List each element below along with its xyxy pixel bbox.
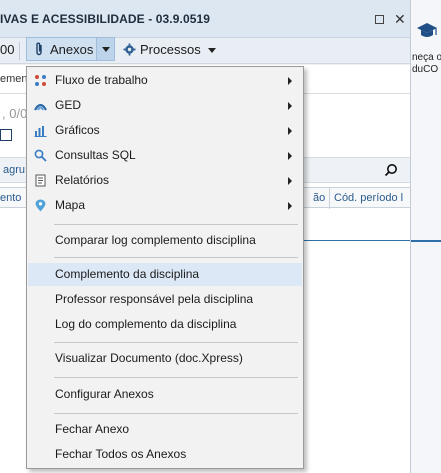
menu-item-label: Fechar Todos os Anexos [55, 447, 187, 461]
menu-item-comparar-log[interactable]: Comparar log complemento disciplina [28, 229, 302, 252]
submenu-arrow-icon [288, 177, 292, 185]
anexos-dropdown-toggle[interactable] [97, 37, 115, 61]
toolbar-divider [19, 42, 20, 60]
menu-item-configurar-anexos[interactable]: Configurar Anexos [28, 383, 302, 406]
menu-item-label: Visualizar Documento (doc.Xpress) [55, 351, 243, 365]
menu-item-complemento-da-disciplina[interactable]: Complemento da disciplina [28, 263, 302, 286]
processos-button[interactable]: Processos [123, 42, 201, 57]
menu-separator [54, 377, 298, 378]
graduation-cap-icon [417, 23, 437, 37]
menu-separator [54, 342, 298, 343]
ged-icon [34, 103, 47, 111]
menu-item-mapa[interactable]: Mapa [28, 194, 302, 217]
window-title-bar: IVAS E ACESSIBILIDADE - 03.9.0519 ✕ [0, 0, 410, 38]
menu-item-label: Consultas SQL [55, 148, 136, 162]
map-pin-icon [35, 199, 46, 212]
menu-item-label: Comparar log complemento disciplina [55, 233, 256, 247]
submenu-arrow-icon [288, 102, 292, 110]
right-pane-text-1: neça o [412, 52, 441, 63]
menu-item-log-complemento[interactable]: Log do complemento da disciplina [28, 313, 302, 336]
menu-item-graficos[interactable]: Gráficos [28, 119, 302, 142]
grid-column-header[interactable]: ento [0, 192, 21, 204]
anexos-button[interactable]: Anexos [26, 37, 97, 61]
workflow-icon [35, 75, 46, 86]
right-pane-text-2: duCO [412, 64, 439, 75]
grid-column-header[interactable]: Cód. período l [334, 192, 403, 204]
paperclip-icon [36, 42, 42, 56]
restore-icon[interactable] [375, 15, 384, 24]
menu-item-label: Relatórios [55, 173, 110, 187]
processos-chevron-down-icon[interactable] [208, 48, 216, 53]
group-label[interactable]: agru [3, 164, 25, 176]
toolbar-left-item[interactable]: 00 [0, 42, 14, 57]
menu-item-fechar-todos[interactable]: Fechar Todos os Anexos [28, 443, 302, 466]
menu-item-label: Complemento da disciplina [55, 267, 200, 281]
menu-item-fechar-anexo[interactable]: Fechar Anexo [28, 418, 302, 441]
chart-icon [34, 126, 47, 137]
grid-accent-line [300, 240, 410, 241]
menu-item-relatorios[interactable]: Relatórios [28, 169, 302, 192]
submenu-arrow-icon [288, 202, 292, 210]
menu-item-consultas-sql[interactable]: Consultas SQL [28, 144, 302, 167]
menu-item-label: Log do complemento da disciplina [55, 317, 237, 331]
search-icon[interactable] [384, 163, 398, 177]
anexos-dropdown-menu: Fluxo de trabalho GED Gráficos Consultas… [26, 66, 304, 469]
chevron-down-icon [102, 47, 110, 52]
menu-separator [54, 224, 298, 225]
menu-item-ged[interactable]: GED [28, 94, 302, 117]
processos-label: Processos [140, 42, 201, 57]
column-divider [329, 188, 330, 209]
menu-item-visualizar-documento[interactable]: Visualizar Documento (doc.Xpress) [28, 347, 302, 370]
menu-item-fluxo-de-trabalho[interactable]: Fluxo de trabalho [28, 69, 302, 92]
grid-column-header[interactable]: ão [313, 192, 325, 204]
submenu-arrow-icon [288, 152, 292, 160]
anexos-label: Anexos [50, 42, 94, 57]
report-icon [35, 174, 46, 187]
search-icon [34, 149, 47, 162]
menu-item-label: GED [55, 98, 82, 112]
menu-item-label: Configurar Anexos [55, 387, 154, 401]
menu-separator [54, 257, 298, 258]
right-side-panel: neça o duCO [410, 0, 441, 473]
right-pane-divider [411, 240, 441, 242]
bg-value-fragment: , 0/0 [2, 106, 28, 121]
menu-separator [54, 413, 298, 414]
window-title: IVAS E ACESSIBILIDADE - 03.9.0519 [0, 12, 211, 26]
gear-icon [123, 43, 136, 56]
menu-item-label: Fluxo de trabalho [55, 73, 148, 87]
menu-item-label: Gráficos [55, 123, 100, 137]
menu-item-label: Professor responsável pela disciplina [55, 292, 254, 306]
submenu-arrow-icon [288, 77, 292, 85]
close-icon[interactable]: ✕ [394, 11, 406, 28]
menu-item-professor-responsavel[interactable]: Professor responsável pela disciplina [28, 288, 302, 311]
toolbar-small-icon[interactable] [0, 129, 12, 141]
menu-item-label: Fechar Anexo [55, 422, 130, 436]
submenu-arrow-icon [288, 127, 292, 135]
menu-item-label: Mapa [55, 198, 86, 212]
